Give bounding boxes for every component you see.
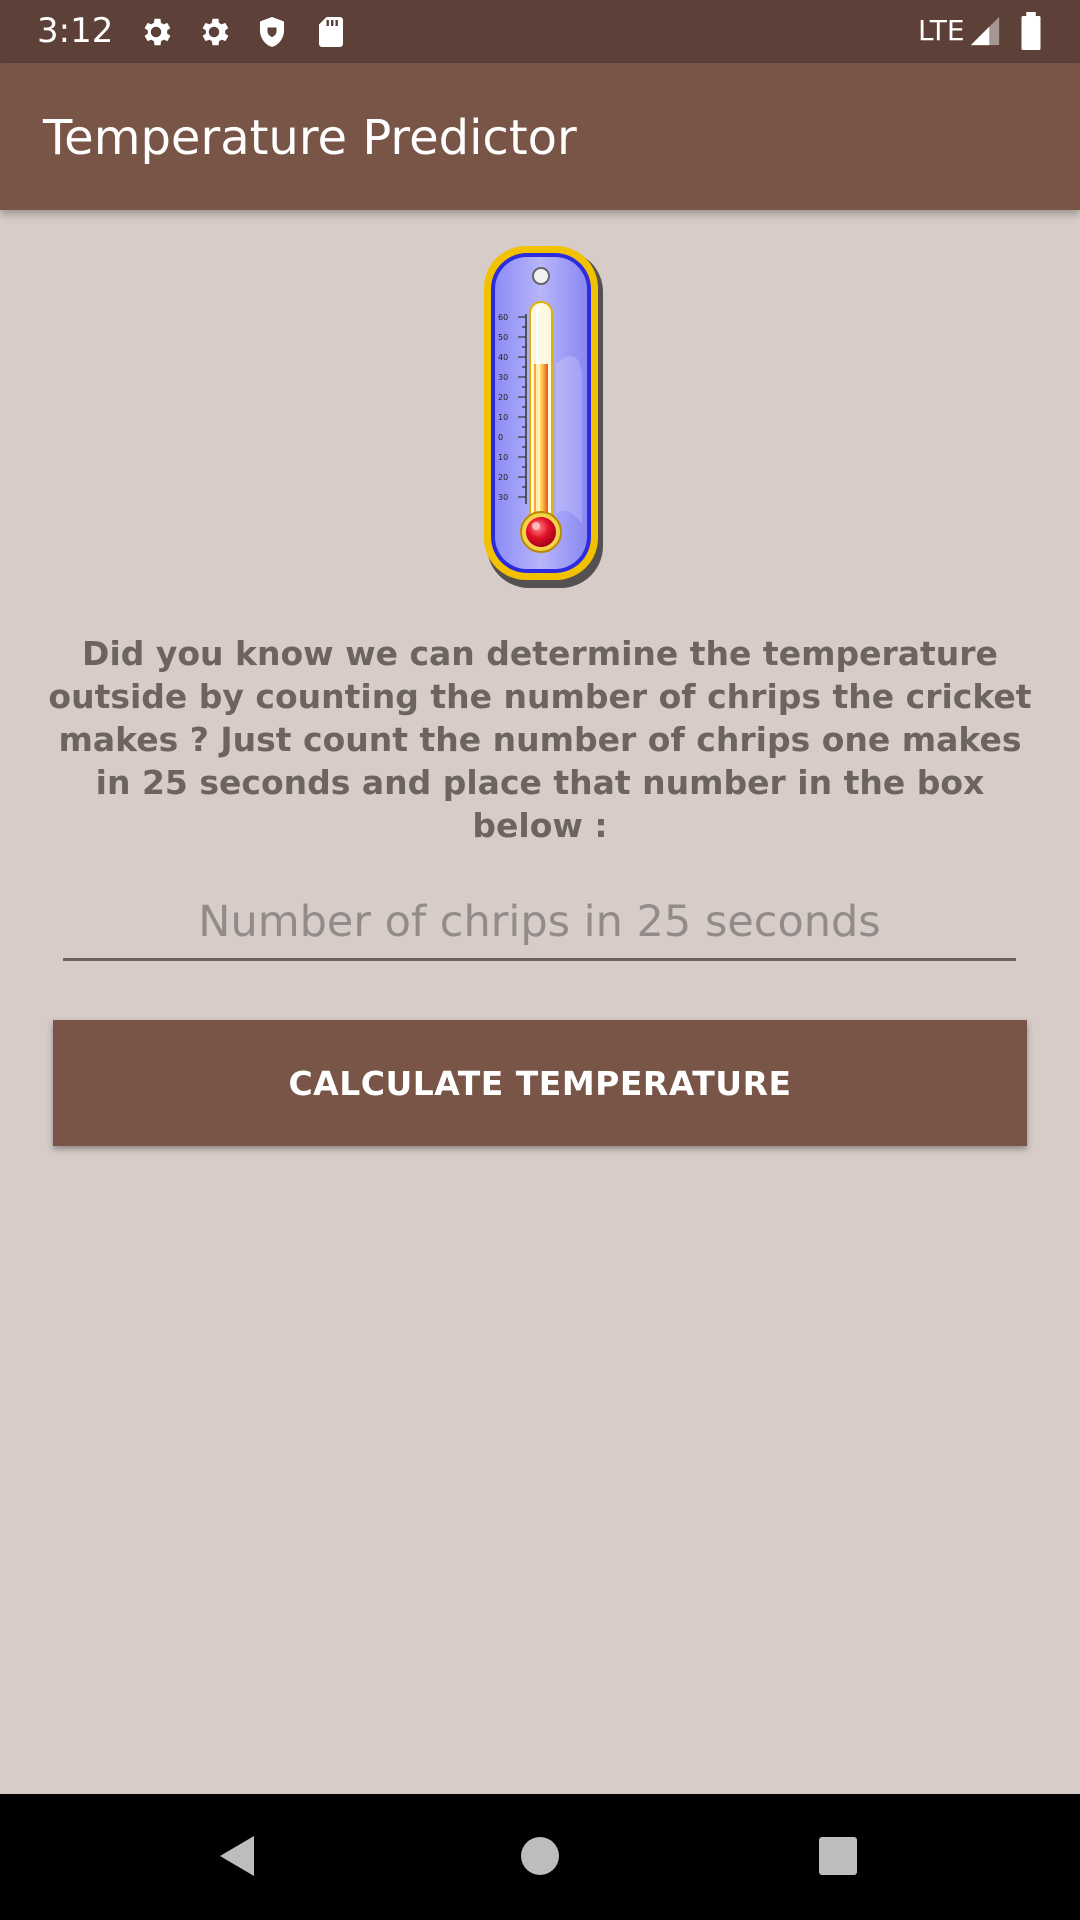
svg-text:30: 30 (498, 373, 508, 382)
svg-text:0: 0 (498, 433, 503, 442)
app-title: Temperature Predictor (43, 110, 577, 166)
status-bar: 3:12 LTE (0, 0, 1080, 63)
navigation-bar (0, 1794, 1080, 1920)
settings-icon (144, 18, 171, 46)
sd-card-icon (319, 17, 343, 47)
svg-text:60: 60 (498, 313, 508, 322)
status-time: 3:12 (37, 11, 114, 51)
svg-text:20: 20 (498, 473, 508, 482)
thermometer-image: 60 50 40 30 20 10 0 10 20 30 (484, 246, 603, 588)
description-text: Did you know we can determine the temper… (48, 634, 1032, 845)
svg-text:30: 30 (498, 493, 508, 502)
svg-text:50: 50 (498, 333, 508, 342)
svg-text:10: 10 (498, 413, 508, 422)
battery-icon (1021, 12, 1041, 50)
network-type: LTE (918, 14, 965, 47)
calculate-temperature-button[interactable]: CALCULATE TEMPERATURE (53, 1020, 1027, 1146)
svg-text:10: 10 (498, 453, 508, 462)
svg-text:20: 20 (498, 393, 508, 402)
back-icon[interactable] (208, 1826, 268, 1886)
signal-icon (970, 16, 1000, 46)
home-icon[interactable] (510, 1826, 570, 1886)
app-bar: Temperature Predictor (0, 63, 1080, 210)
settings-icon (202, 18, 229, 46)
svg-text:40: 40 (498, 353, 508, 362)
shield-icon (260, 17, 284, 47)
recents-icon[interactable] (808, 1826, 868, 1886)
chirps-input[interactable] (63, 886, 1016, 961)
